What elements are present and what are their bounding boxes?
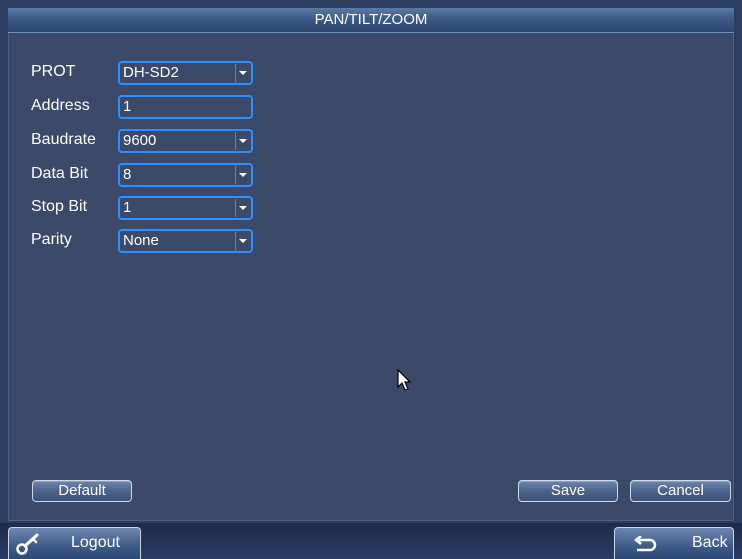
prot-dropdown[interactable]: DH-SD2 bbox=[118, 61, 253, 85]
address-value: 1 bbox=[123, 98, 132, 115]
data-bit-label: Data Bit bbox=[31, 165, 88, 182]
address-input[interactable]: 1 bbox=[118, 95, 253, 119]
stop-bit-dropdown[interactable]: 1 bbox=[118, 196, 253, 220]
ptz-settings-screen: PAN/TILT/ZOOM PROT DH-SD2 Address 1 Baud… bbox=[0, 0, 742, 559]
cancel-button[interactable]: Cancel bbox=[630, 480, 731, 502]
parity-value: None bbox=[123, 232, 159, 249]
baudrate-value: 9600 bbox=[123, 132, 157, 149]
mouse-pointer-icon bbox=[397, 369, 412, 391]
back-label: Back bbox=[692, 534, 728, 551]
save-button[interactable]: Save bbox=[518, 480, 618, 502]
back-button[interactable]: Back bbox=[614, 527, 734, 559]
data-bit-dropdown-arrow[interactable] bbox=[235, 166, 250, 184]
address-label: Address bbox=[31, 97, 90, 114]
logout-button[interactable]: Logout bbox=[8, 527, 141, 559]
chevron-down-icon bbox=[239, 206, 247, 210]
prot-label: PROT bbox=[31, 63, 76, 80]
baudrate-label: Baudrate bbox=[31, 131, 96, 148]
default-button[interactable]: Default bbox=[32, 480, 132, 502]
prot-dropdown-arrow[interactable] bbox=[235, 64, 250, 82]
baudrate-dropdown[interactable]: 9600 bbox=[118, 129, 253, 153]
stop-bit-value: 1 bbox=[123, 199, 132, 216]
baudrate-dropdown-arrow[interactable] bbox=[235, 132, 250, 150]
chevron-down-icon bbox=[239, 173, 247, 177]
data-bit-value: 8 bbox=[123, 166, 132, 183]
return-arrow-icon bbox=[633, 536, 657, 552]
chevron-down-icon bbox=[239, 139, 247, 143]
data-bit-dropdown[interactable]: 8 bbox=[118, 163, 253, 187]
chevron-down-icon bbox=[239, 239, 247, 243]
settings-panel bbox=[8, 8, 734, 521]
key-icon bbox=[16, 533, 39, 555]
prot-value: DH-SD2 bbox=[123, 64, 179, 81]
stop-bit-label: Stop Bit bbox=[31, 198, 88, 215]
window-title: PAN/TILT/ZOOM bbox=[8, 8, 734, 33]
parity-dropdown[interactable]: None bbox=[118, 229, 253, 253]
chevron-down-icon bbox=[239, 71, 247, 75]
logout-label: Logout bbox=[71, 534, 120, 551]
parity-label: Parity bbox=[31, 231, 72, 248]
stop-bit-dropdown-arrow[interactable] bbox=[235, 199, 250, 217]
parity-dropdown-arrow[interactable] bbox=[235, 232, 250, 250]
